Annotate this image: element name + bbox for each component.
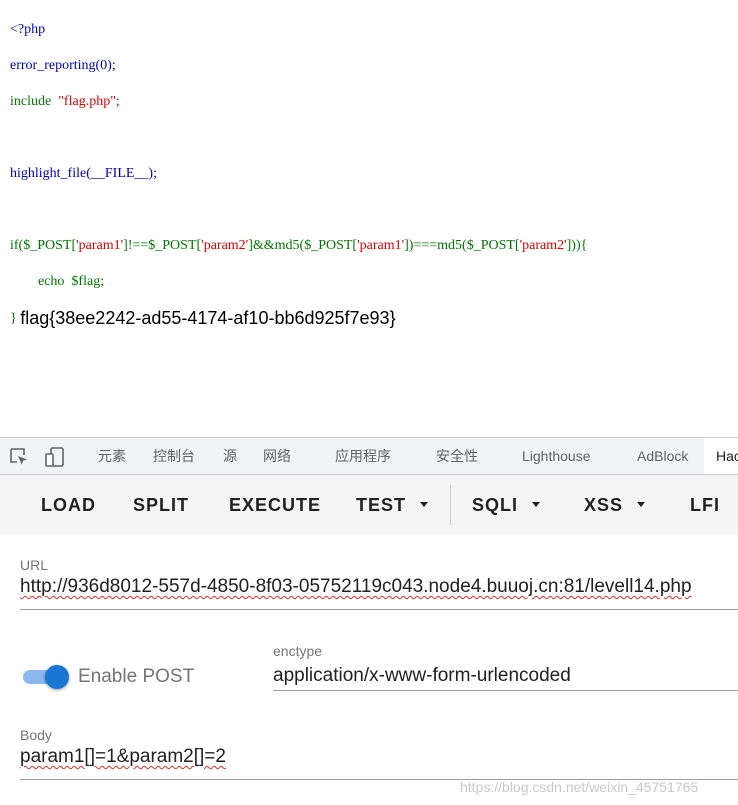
enctype-select[interactable]: application/x-www-form-urlencoded	[273, 665, 571, 687]
lfi-menu-button[interactable]: LFI	[690, 475, 720, 535]
url-underline	[20, 609, 738, 610]
tab-hackbar[interactable]: HackBar	[704, 438, 738, 474]
hackbar-toolbar: LOAD SPLIT EXECUTE TEST SQLI XSS LFI	[0, 475, 738, 535]
enable-post-label: Enable POST	[78, 666, 195, 687]
code-line: error_reporting(0);	[10, 58, 116, 73]
device-toolbar-icon[interactable]	[44, 446, 66, 468]
inspect-element-icon[interactable]	[8, 446, 30, 468]
code-line: if($_POST['param1']!==$_POST['param2']&&…	[10, 238, 588, 253]
tab-elements[interactable]: 元素	[98, 438, 126, 474]
enable-post-toggle[interactable]	[23, 665, 70, 689]
sqli-menu-button[interactable]: SQLI	[472, 475, 541, 535]
tab-application[interactable]: 应用程序	[335, 438, 391, 474]
toolbar-divider	[450, 485, 451, 525]
watermark: https://blog.csdn.net/weixin_45751765	[460, 779, 699, 795]
test-menu-button[interactable]: TEST	[356, 475, 429, 535]
split-button[interactable]: SPLIT	[133, 475, 189, 535]
tab-sources[interactable]: 源	[223, 438, 237, 474]
url-input[interactable]: http://936d8012-557d-4850-8f03-05752119c…	[20, 576, 692, 598]
tab-network[interactable]: 网络	[263, 438, 291, 474]
body-label: Body	[20, 727, 52, 743]
caret-down-icon	[532, 501, 541, 507]
enctype-label: enctype	[273, 643, 323, 659]
caret-down-icon	[420, 501, 429, 507]
code-line: include "flag.php";	[10, 94, 120, 109]
toggle-knob	[45, 665, 69, 689]
tab-lighthouse[interactable]: Lighthouse	[522, 438, 591, 474]
load-button[interactable]: LOAD	[41, 475, 96, 535]
enctype-underline	[273, 690, 738, 691]
caret-down-icon	[637, 501, 646, 507]
body-input[interactable]: param1[]=1&param2[]=2	[20, 746, 226, 768]
tab-adblock[interactable]: AdBlock	[637, 438, 688, 474]
execute-button[interactable]: EXECUTE	[229, 475, 321, 535]
url-label: URL	[20, 557, 49, 573]
devtools-tab-strip: 元素 控制台 源 网络 应用程序 安全性 Lighthouse AdBlock …	[0, 437, 738, 475]
php-open-tag: <?php	[10, 22, 46, 37]
tab-console[interactable]: 控制台	[153, 438, 195, 474]
xss-menu-button[interactable]: XSS	[584, 475, 646, 535]
flag-output: flag{38ee2242-ad55-4174-af10-bb6d925f7e9…	[20, 308, 396, 328]
code-line: <?php	[10, 21, 587, 39]
code-line: highlight_file(__FILE__);	[10, 166, 157, 181]
php-source: <?php error_reporting(0); include "flag.…	[10, 3, 587, 346]
code-line: } flag{38ee2242-ad55-4174-af10-bb6d925f7…	[10, 308, 396, 328]
code-line: echo $flag;	[38, 274, 105, 289]
tab-security[interactable]: 安全性	[436, 438, 478, 474]
